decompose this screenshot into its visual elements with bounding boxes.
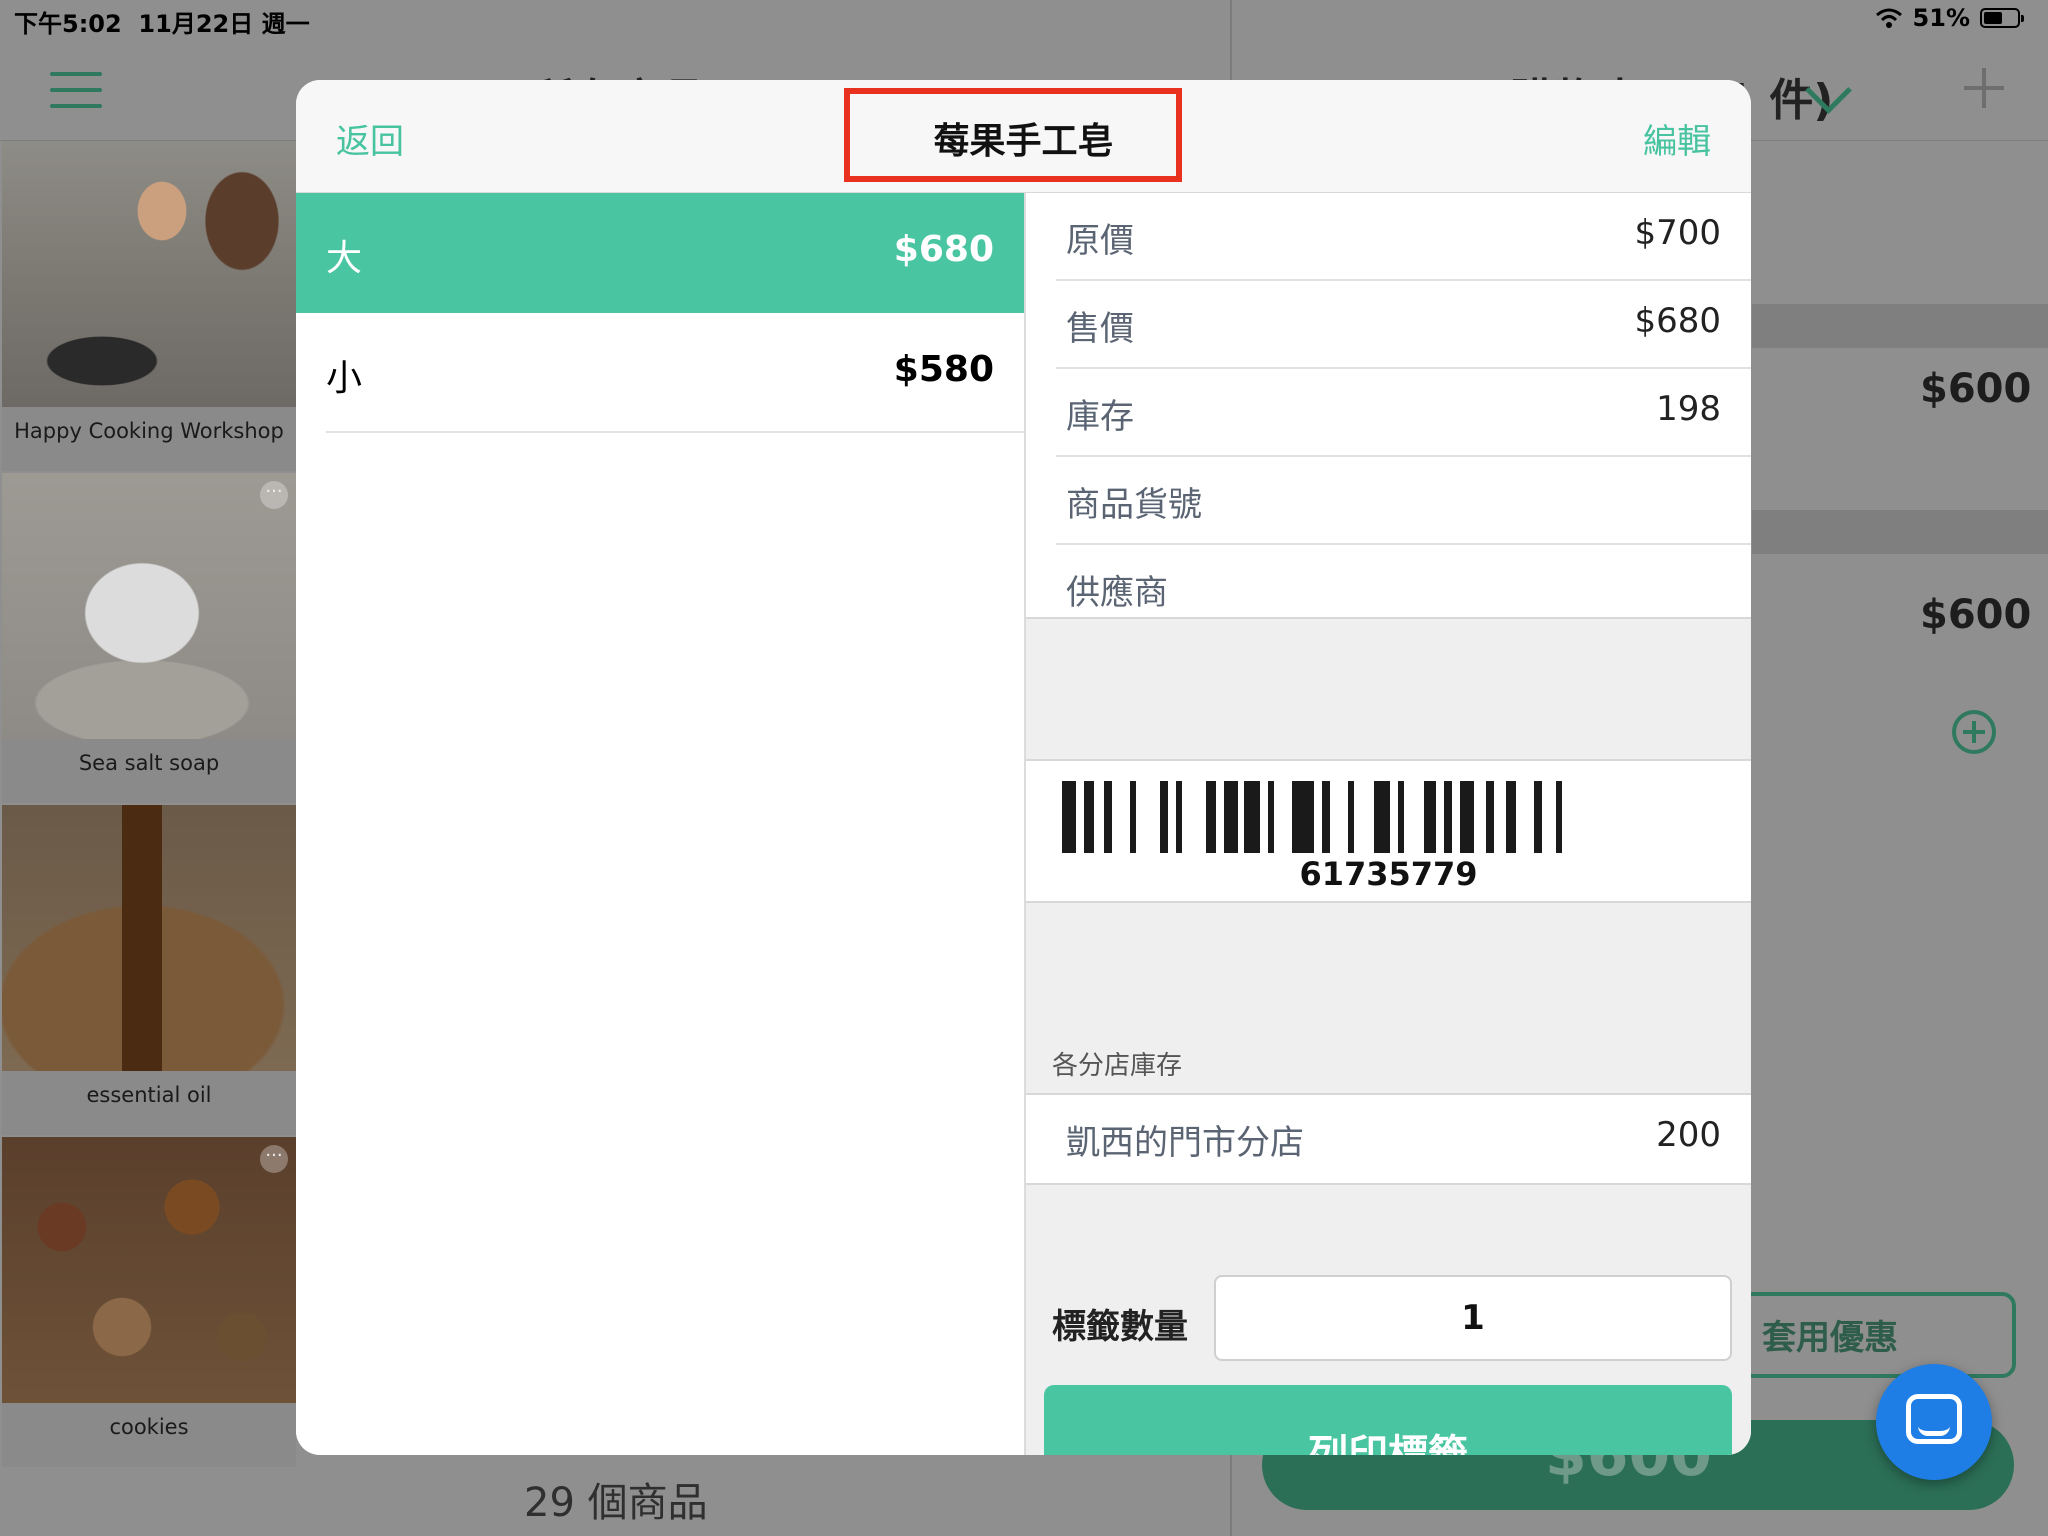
product-name: Sea salt soap	[78, 751, 220, 775]
edit-button[interactable]: 編輯	[1643, 114, 1711, 163]
status-date-text: 11月22日 週一	[138, 10, 310, 38]
detail-row-original-price: 原價 $700	[1056, 193, 1751, 281]
battery-icon	[1980, 8, 2024, 28]
print-label-button[interactable]: 列印標籤	[1044, 1385, 1732, 1455]
wifi-icon	[1875, 8, 1902, 28]
cart-separator	[1752, 510, 2048, 554]
detail-row-sale-price: 售價 $680	[1056, 281, 1751, 369]
coupon-label: 套用優惠	[1762, 1318, 1898, 1358]
menu-icon[interactable]	[50, 72, 102, 108]
status-right: 51%	[1875, 4, 2024, 32]
detail-value: $680	[1634, 301, 1721, 341]
barcode-number: 61735779	[1299, 855, 1478, 893]
product-name: Happy Cooking Workshop	[14, 419, 284, 443]
product-count: 29 個商品	[524, 1480, 708, 1526]
status-time-text: 下午5:02	[14, 10, 122, 38]
product-card[interactable]: Happy Cooking Workshop	[2, 141, 296, 471]
product-card[interactable]: ··· cookies	[2, 1137, 296, 1467]
cart-separator	[1752, 304, 2048, 348]
barcode-image	[1062, 781, 1714, 853]
variant-row-large[interactable]: 大 $680	[296, 193, 1024, 313]
modal-header: 返回 莓果手工皂 編輯	[296, 80, 1751, 194]
variant-name: 大	[326, 238, 363, 279]
detail-label: 原價	[1066, 221, 1134, 261]
more-dots-icon[interactable]: ···	[260, 1145, 288, 1173]
variant-name: 小	[326, 358, 363, 399]
product-card[interactable]: ··· Sea salt soap	[2, 473, 296, 803]
chat-icon	[1906, 1394, 1962, 1444]
title-highlight-box	[844, 88, 1182, 182]
variant-row-small[interactable]: 小 $580	[296, 313, 1024, 433]
detail-row-supplier: 供應商	[1056, 545, 1751, 633]
branch-qty: 200	[1656, 1115, 1721, 1155]
status-time: 下午5:02 11月22日 週一	[14, 4, 310, 39]
product-detail-modal: 返回 莓果手工皂 編輯 大 $680 小 $580 原價 $700 售價 $68…	[296, 80, 1751, 1455]
label-qty-input[interactable]	[1214, 1275, 1732, 1361]
product-image	[2, 805, 296, 1071]
branch-name: 凱西的門市分店	[1066, 1123, 1304, 1163]
cart-item-price: $600	[1920, 592, 2032, 638]
battery-percent: 51%	[1912, 4, 1970, 32]
variant-list: 大 $680 小 $580	[296, 193, 1024, 1455]
variant-divider	[326, 431, 1024, 433]
product-name: essential oil	[86, 1083, 212, 1107]
detail-label: 商品貨號	[1066, 485, 1202, 525]
variant-price: $680	[893, 229, 994, 270]
branch-section-label: 各分店庫存	[1052, 1051, 1183, 1081]
cart-item-price: $600	[1920, 366, 2032, 412]
detail-row-stock: 庫存 198	[1056, 369, 1751, 457]
chat-support-button[interactable]	[1876, 1364, 1992, 1480]
product-card[interactable]: essential oil	[2, 805, 296, 1135]
branch-row: 凱西的門市分店 200	[1026, 1093, 1751, 1185]
detail-value: 198	[1656, 389, 1721, 429]
add-circle-icon[interactable]	[1952, 710, 1996, 754]
detail-label: 供應商	[1066, 573, 1168, 613]
barcode-box: 61735779	[1026, 759, 1751, 903]
detail-group: 原價 $700 售價 $680 庫存 198 商品貨號 供應商	[1026, 193, 1751, 619]
more-dots-icon[interactable]: ···	[260, 481, 288, 509]
detail-panel: 原價 $700 售價 $680 庫存 198 商品貨號 供應商 61735779…	[1026, 193, 1751, 1455]
product-name: cookies	[109, 1415, 189, 1439]
plus-icon[interactable]	[1964, 68, 2004, 108]
status-bar: 下午5:02 11月22日 週一 51%	[0, 0, 2048, 40]
detail-label: 庫存	[1066, 397, 1134, 437]
detail-value: $700	[1634, 213, 1721, 253]
variant-price: $580	[893, 349, 994, 390]
product-image	[2, 473, 296, 739]
product-image	[2, 141, 296, 407]
product-image	[2, 1137, 296, 1403]
label-qty-label: 標籤數量	[1052, 1307, 1188, 1347]
detail-row-sku: 商品貨號	[1056, 457, 1751, 545]
detail-label: 售價	[1066, 309, 1134, 349]
